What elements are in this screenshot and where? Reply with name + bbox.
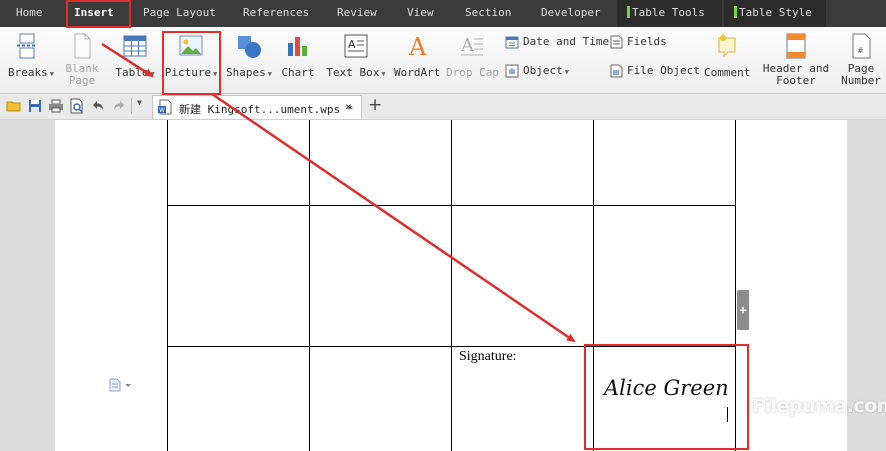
annotation-arrows (101, 42, 576, 343)
watermark: Filepuma.com (752, 395, 886, 417)
arrow-to-picture (101, 42, 154, 78)
arrow-to-signature (211, 92, 576, 343)
